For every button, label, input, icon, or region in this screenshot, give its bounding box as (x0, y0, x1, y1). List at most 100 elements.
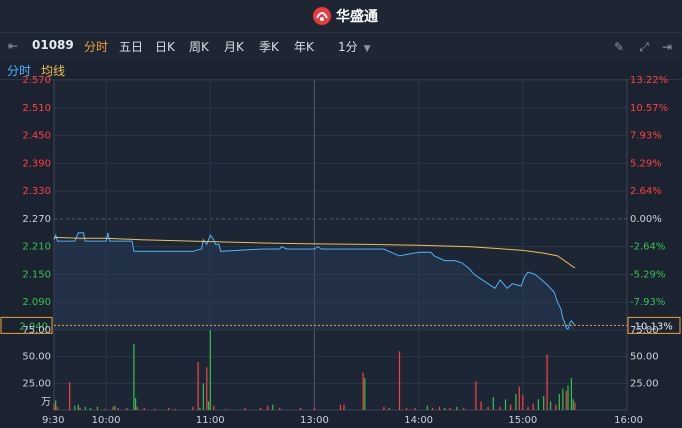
percent-tick-label: 13.22% (630, 75, 668, 86)
volume-bar (244, 407, 246, 410)
volume-bar (574, 402, 576, 410)
volume-bar (79, 407, 81, 410)
volume-bar (431, 407, 434, 410)
volume-bar (572, 399, 574, 410)
percent-tick-label: 2.64% (630, 186, 662, 197)
volume-bar (492, 397, 494, 410)
volume-bar (114, 405, 116, 410)
percent-tick-label: 0.00% (630, 214, 662, 225)
volume-bar (69, 382, 71, 410)
volume-bar (55, 400, 57, 410)
volume-bar (96, 406, 98, 410)
volume-bar (272, 404, 274, 410)
volume-bar (202, 383, 204, 410)
volume-bar (209, 330, 211, 410)
volume-bar (56, 406, 59, 410)
volume-bar (558, 394, 560, 410)
volume-bar (522, 395, 524, 410)
volume-bar (174, 408, 177, 410)
volume-bar (225, 408, 227, 410)
volume-bar (550, 401, 552, 410)
volume-bar (192, 406, 194, 410)
volume-bar (74, 405, 76, 410)
percent-tick-label: -5.29% (630, 269, 665, 280)
volume-bar (562, 388, 564, 410)
time-tick-label: 11:00 (196, 415, 225, 426)
volume-bar (197, 362, 199, 410)
volume-bar (199, 407, 201, 410)
volume-bar (343, 404, 345, 410)
volume-bar (112, 406, 114, 410)
volume-bar (89, 407, 92, 410)
volume-bar (565, 390, 567, 410)
price-tick-label: 2.570 (22, 75, 51, 86)
price-tick-label: 2.390 (22, 158, 51, 169)
volume-bar (504, 399, 507, 410)
volume-bar (555, 404, 557, 410)
volume-bar (487, 406, 489, 410)
time-tick-label: 14:00 (404, 415, 433, 426)
volume-bar (136, 406, 138, 410)
volume-bar (207, 401, 210, 410)
volume-bar (126, 407, 128, 410)
time-tick-label: 15:00 (508, 415, 537, 426)
time-tick-label: 9:30 (42, 415, 64, 426)
volume-bar (135, 398, 137, 410)
price-tick-label: 2.450 (22, 131, 51, 142)
volume-bar (414, 407, 416, 410)
volume-bar (362, 372, 364, 410)
volume-bar (383, 406, 385, 410)
volume-bar (456, 406, 458, 410)
volume-bar (279, 407, 281, 410)
percent-tick-label: 7.93% (630, 131, 662, 142)
time-tick-label: 10:00 (92, 415, 121, 426)
volume-tick-label-right: 25.00 (630, 378, 659, 389)
volume-bar (449, 407, 451, 410)
volume-bar (117, 407, 119, 410)
volume-bar (527, 406, 529, 410)
volume-bar (543, 396, 545, 410)
volume-bar (168, 407, 170, 410)
volume-bar (510, 404, 512, 410)
volume-bar (546, 354, 548, 410)
volume-tick-label-right: 50.00 (630, 352, 659, 363)
volume-bar (537, 399, 539, 410)
price-tick-label: 2.150 (22, 269, 51, 280)
volume-unit-label: 万 (41, 397, 51, 408)
volume-bar (405, 407, 408, 410)
price-tick-label: 2.090 (22, 297, 51, 308)
volume-bar (84, 406, 86, 410)
volume-bar (143, 407, 145, 410)
percent-tick-label: 5.29% (630, 158, 662, 169)
volume-bar (388, 407, 390, 410)
time-tick-label: 13:00 (300, 415, 329, 426)
volume-bar (300, 407, 302, 410)
volume-bar (438, 406, 441, 410)
volume-bar (154, 408, 156, 410)
price-tick-label: 2.330 (22, 186, 51, 197)
volume-bar (532, 403, 534, 410)
volume-bar (398, 351, 401, 410)
volume-tick-label: 50.00 (22, 352, 51, 363)
volume-bar (444, 407, 446, 410)
volume-tick-label-right: 75.00 (630, 325, 659, 336)
volume-bar (260, 407, 262, 410)
volume-bar (77, 404, 79, 410)
volume-bar (518, 386, 520, 410)
volume-bar (463, 407, 465, 410)
volume-bar (267, 405, 269, 410)
volume-bar (499, 406, 501, 410)
volume-bar (570, 378, 572, 410)
percent-tick-label: -2.64% (630, 242, 665, 253)
volume-bar (364, 378, 366, 410)
volume-bar (103, 408, 105, 410)
volume-bar (133, 343, 135, 410)
percent-tick-label: 10.57% (630, 103, 668, 114)
percent-tick-label: -7.93% (630, 297, 665, 308)
volume-bar (53, 403, 55, 410)
price-tick-label: 2.270 (22, 214, 51, 225)
volume-bar (567, 385, 569, 410)
volume-tick-label: 75.00 (22, 325, 51, 336)
price-tick-label: 2.210 (22, 242, 51, 253)
volume-panel (53, 329, 628, 411)
